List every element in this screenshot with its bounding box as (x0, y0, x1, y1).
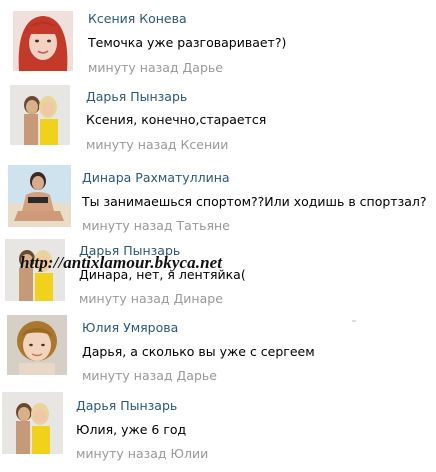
darya-avatar[interactable] (10, 85, 70, 145)
comment-author[interactable]: Динара Рахматуллина (82, 170, 230, 185)
comment-text: Темочка уже разговаривает?) (88, 35, 287, 50)
comment-text: Ксения, конечно,старается (86, 112, 267, 127)
comment-time[interactable]: минуту назад Динаре (79, 291, 223, 306)
comment-author[interactable]: Юлия Умярова (82, 320, 178, 335)
darya-avatar[interactable] (2, 392, 63, 454)
dinara-avatar[interactable] (8, 165, 71, 227)
comment-author[interactable]: Ксения Конева (88, 11, 187, 26)
ksenia-avatar[interactable] (13, 11, 73, 71)
comment-author[interactable]: Дарья Пынзарь (86, 89, 187, 104)
comment-time[interactable]: минуту назад Ксении (86, 137, 228, 152)
comment-text: Юлия, уже 6 год (76, 422, 187, 437)
comment-time[interactable]: минуту назад Юлии (76, 446, 208, 461)
comment-author[interactable]: Дарья Пынзарь (76, 398, 177, 413)
comment-time[interactable]: минуту назад Татьяне (82, 218, 230, 233)
comment-time[interactable]: минуту назад Дарье (82, 368, 217, 383)
comment-text: Дарья, а сколько вы уже с сергеем (82, 344, 315, 359)
yulia-avatar[interactable] (7, 315, 67, 375)
watermark-url: http://antixlamour.bkyca.net (20, 253, 223, 272)
divider-mark (352, 320, 356, 322)
comment-text: Ты занимаешься спортом??Или ходишь в спо… (82, 194, 427, 209)
comment-time[interactable]: минуту назад Дарье (88, 60, 223, 75)
